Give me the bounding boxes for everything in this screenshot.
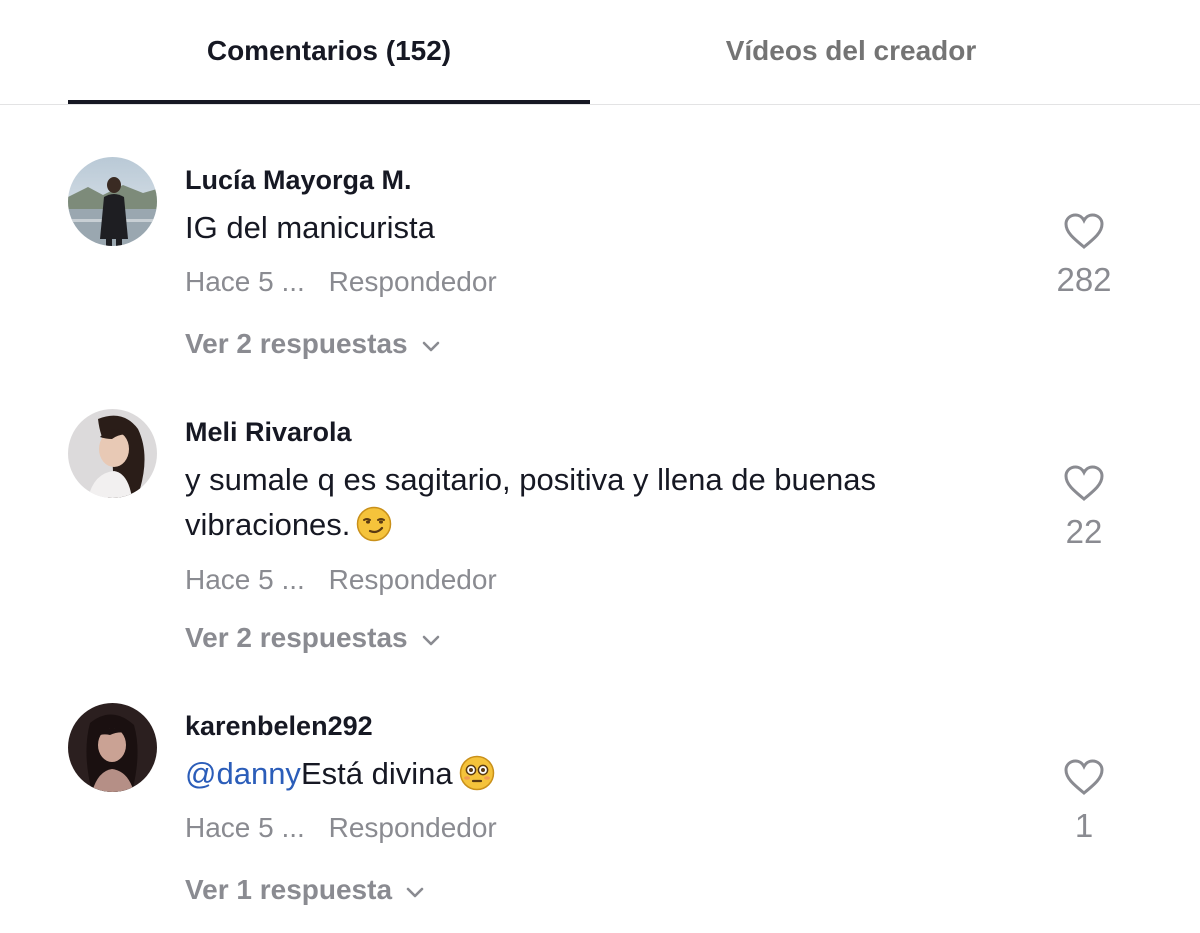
comment-meta: Hace 5 ... Respondedor: [185, 812, 497, 844]
comment-body: y sumale q es sagitario, positiva y llen…: [185, 462, 877, 542]
like-button[interactable]: 22: [1024, 464, 1144, 551]
active-tab-indicator: [68, 100, 590, 104]
view-replies-button[interactable]: Ver 2 respuestas: [185, 622, 440, 654]
comment-username[interactable]: karenbelen292: [185, 711, 373, 742]
like-count: 1: [1074, 807, 1094, 844]
avatar[interactable]: [68, 703, 157, 792]
comment-username[interactable]: Lucía Mayorga M.: [185, 165, 412, 196]
avatar[interactable]: [68, 157, 157, 246]
tab-creator-videos[interactable]: Vídeos del creador: [590, 0, 1112, 104]
comment-text: @dannyEstá divina: [185, 751, 1015, 803]
tab-comments[interactable]: Comentarios (152): [68, 0, 590, 104]
comment-text: IG del manicurista: [185, 205, 1015, 250]
heart-icon[interactable]: [1063, 212, 1105, 255]
comments-tabs: Comentarios (152) Vídeos del creador: [0, 0, 1200, 105]
heart-icon[interactable]: [1063, 464, 1105, 507]
avatar-photo-icon: [68, 409, 157, 498]
chevron-down-icon: [406, 874, 424, 906]
comment-text: y sumale q es sagitario, positiva y llen…: [185, 457, 1015, 554]
comment-meta: Hace 5 ... Respondedor: [185, 564, 497, 596]
comment-time: Hace 5 ...: [185, 564, 305, 595]
comment-time: Hace 5 ...: [185, 812, 305, 843]
heart-icon[interactable]: [1063, 758, 1105, 801]
avatar[interactable]: [68, 409, 157, 498]
view-replies-button[interactable]: Ver 1 respuesta: [185, 874, 424, 906]
view-replies-label: Ver 1 respuesta: [185, 874, 393, 905]
like-count: 282: [1056, 261, 1112, 298]
comment-body: Está divina: [300, 756, 453, 791]
view-replies-label: Ver 2 respuestas: [185, 622, 408, 653]
chevron-down-icon: [422, 622, 440, 654]
view-replies-button[interactable]: Ver 2 respuestas: [185, 328, 440, 360]
comment-meta: Hace 5 ... Respondedor: [185, 266, 497, 298]
comment-username[interactable]: Meli Rivarola: [185, 417, 352, 448]
avatar-photo-icon: [68, 703, 157, 792]
like-count: 22: [1065, 513, 1103, 550]
reply-button[interactable]: Respondedor: [329, 266, 497, 297]
comment-time: Hace 5 ...: [185, 266, 305, 297]
like-button[interactable]: 282: [1024, 212, 1144, 299]
mention-link[interactable]: @danny: [185, 756, 301, 791]
flushed-face-emoji-icon: [459, 755, 495, 803]
like-button[interactable]: 1: [1024, 758, 1144, 845]
smirk-face-emoji-icon: [356, 506, 392, 554]
reply-button[interactable]: Respondedor: [329, 812, 497, 843]
reply-button[interactable]: Respondedor: [329, 564, 497, 595]
chevron-down-icon: [422, 328, 440, 360]
view-replies-label: Ver 2 respuestas: [185, 328, 408, 359]
avatar-photo-icon: [68, 157, 157, 246]
comment-body: IG del manicurista: [185, 210, 435, 245]
